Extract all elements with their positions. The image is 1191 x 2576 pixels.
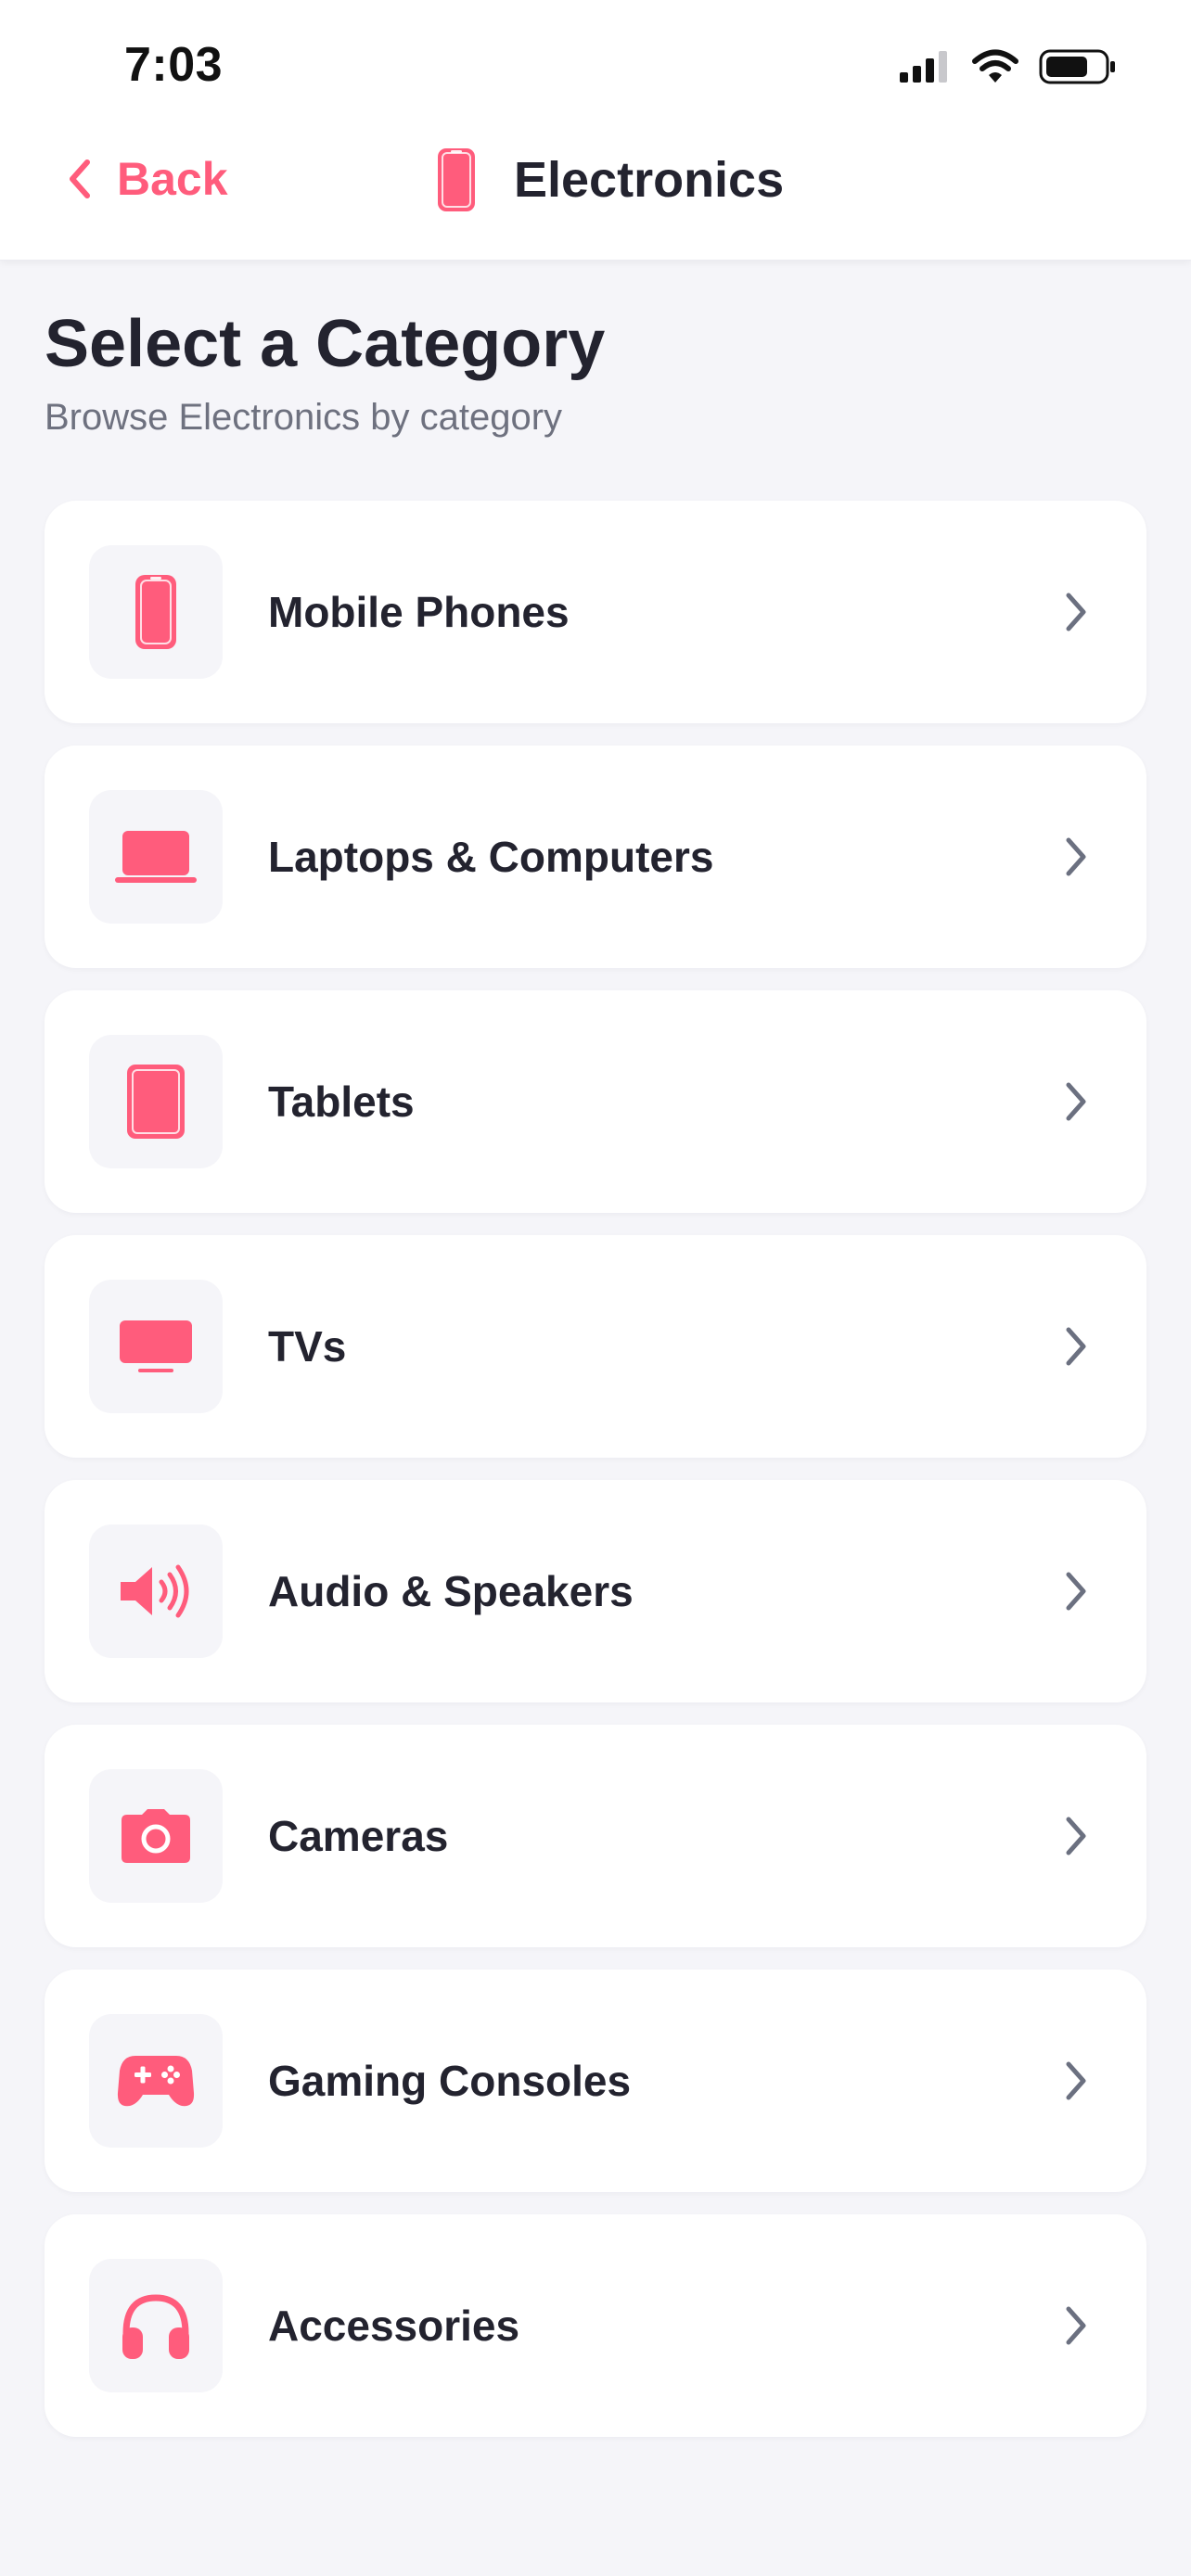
- chevron-right-icon: [1066, 1817, 1086, 1855]
- category-item-audio-speakers[interactable]: Audio & Speakers: [45, 1480, 1146, 1702]
- category-label: Mobile Phones: [268, 588, 570, 636]
- category-icon-box: [89, 545, 223, 679]
- category-item-tvs[interactable]: TVs: [45, 1235, 1146, 1458]
- wifi-icon: [972, 49, 1018, 83]
- category-icon-box: [89, 1524, 223, 1658]
- category-icon-box: [89, 790, 223, 924]
- chevron-right-icon: [1066, 593, 1086, 631]
- category-item-mobile-phones[interactable]: Mobile Phones: [45, 501, 1146, 723]
- category-label: Laptops & Computers: [268, 833, 714, 881]
- phone-icon: [438, 148, 475, 211]
- battery-icon: [1039, 49, 1115, 84]
- category-icon-box: [89, 1035, 223, 1168]
- camera-icon: [122, 1809, 190, 1863]
- category-item-tablets[interactable]: Tablets: [45, 990, 1146, 1213]
- phone-icon: [135, 575, 176, 649]
- back-label: Back: [117, 153, 228, 205]
- navigation-header: 7:03 Back Electronics: [0, 0, 1191, 261]
- page-subtitle: Browse Electronics by category: [45, 397, 563, 438]
- header-title-text: Electronics: [514, 152, 785, 208]
- chevron-right-icon: [1066, 1327, 1086, 1366]
- tablet-icon: [127, 1065, 185, 1139]
- status-time: 7:03: [124, 38, 224, 92]
- cellular-signal-icon: [900, 51, 947, 83]
- speaker-icon: [121, 1564, 189, 1618]
- category-item-cameras[interactable]: Cameras: [45, 1725, 1146, 1947]
- chevron-right-icon: [1066, 2306, 1086, 2345]
- header-title: Electronics: [436, 147, 784, 213]
- laptop-icon: [115, 831, 197, 883]
- back-button[interactable]: Back: [67, 152, 228, 206]
- category-icon-box: [89, 1280, 223, 1413]
- category-label: Audio & Speakers: [268, 1567, 634, 1615]
- category-icon-box: [89, 2259, 223, 2392]
- chevron-right-icon: [1066, 2061, 1086, 2100]
- status-icons: [898, 48, 1117, 85]
- category-label: Gaming Consoles: [268, 2057, 632, 2105]
- category-icon-box: [89, 1769, 223, 1903]
- tv-icon: [120, 1320, 192, 1372]
- category-icon-box: [89, 2014, 223, 2148]
- chevron-left-icon: [70, 159, 90, 198]
- chevron-right-icon: [1066, 837, 1086, 876]
- category-label: Cameras: [268, 1812, 449, 1860]
- headphones-icon: [122, 2294, 189, 2359]
- category-list: Mobile Phones Laptops & Computers Tablet…: [45, 501, 1146, 2459]
- chevron-right-icon: [1066, 1082, 1086, 1121]
- category-label: Tablets: [268, 1078, 415, 1126]
- category-item-gaming-consoles[interactable]: Gaming Consoles: [45, 1970, 1146, 2192]
- page-title: Select a Category: [45, 307, 606, 381]
- gamepad-icon: [117, 2056, 195, 2107]
- category-item-laptops-computers[interactable]: Laptops & Computers: [45, 746, 1146, 968]
- category-item-accessories[interactable]: Accessories: [45, 2214, 1146, 2437]
- category-label: TVs: [268, 1322, 347, 1371]
- category-label: Accessories: [268, 2302, 520, 2350]
- chevron-right-icon: [1066, 1572, 1086, 1611]
